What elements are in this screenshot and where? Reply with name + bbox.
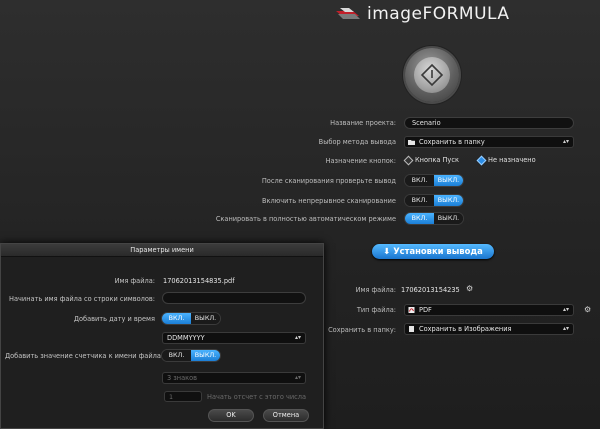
chevron-updown-icon: ▴▾ [562, 306, 569, 313]
toggle-on-option[interactable]: ВКЛ. [162, 313, 191, 324]
save-to-select[interactable]: Сохранить в Изображения ▴▾ [404, 323, 574, 335]
project-name-field[interactable]: Scenario [404, 117, 574, 129]
toggle-off-option[interactable]: ВЫКЛ. [434, 213, 463, 224]
add-date-label: Добавить дату и время [73, 315, 155, 323]
chevron-updown-icon: ▴▾ [562, 325, 569, 332]
button-assign-label: Назначение кнопок: [325, 157, 396, 165]
app-logo: imageFORMULA [335, 4, 510, 24]
start-number-label: Начать отсчет с этого числа [207, 393, 307, 401]
toggle-on-option[interactable]: ВКЛ. [405, 175, 434, 186]
radio-not-assigned-label: Не назначено [488, 156, 536, 164]
continuous-scan-label: Включить непрерывное сканирование [261, 197, 396, 205]
arrow-down-icon: ⬇ [383, 246, 391, 256]
filetype-value: PDF [419, 306, 432, 314]
app-window: imageFORMULA Название проекта: Scenario … [0, 0, 600, 429]
radio-diamond-selected-icon [476, 155, 487, 165]
output-settings-button[interactable]: ⬇ Установки вывода [372, 244, 494, 259]
output-method-select[interactable]: Сохранить в папку ▴▾ [404, 136, 574, 148]
check-after-scan-toggle[interactable]: ВКЛ. ВЫКЛ. [404, 174, 464, 187]
chevron-updown-icon: ▴▾ [294, 334, 301, 341]
prefix-label: Начинать имя файла со строки символов: [9, 295, 155, 303]
start-scan-button[interactable] [405, 48, 459, 102]
toggle-off-option[interactable]: ВЫКЛ. [191, 350, 220, 361]
add-counter-label: Добавить значение счетчика к имени файла [5, 352, 161, 360]
radio-not-assigned[interactable]: Не назначено [476, 155, 536, 165]
logo-icon [336, 8, 360, 19]
output-method-value: Сохранить в папку [419, 138, 485, 146]
digits-value: 3 знаков [167, 374, 198, 382]
output-method-label: Выбор метода вывода [318, 138, 396, 146]
radio-start-label: Кнопка Пуск [415, 156, 459, 164]
continuous-scan-toggle[interactable]: ВКЛ. ВЫКЛ. [404, 194, 464, 207]
toggle-on-option[interactable]: ВКЛ. [405, 213, 434, 224]
date-format-select[interactable]: DDMMYYYY ▴▾ [162, 332, 306, 344]
toggle-on-option[interactable]: ВКЛ. [405, 195, 434, 206]
filetype-gear-icon[interactable]: ⚙ [584, 306, 592, 314]
radio-diamond-icon [403, 155, 414, 165]
add-counter-toggle[interactable]: ВКЛ. ВЫКЛ. [161, 349, 221, 362]
toggle-off-option[interactable]: ВЫКЛ. [434, 175, 463, 186]
filetype-label: Тип файла: [356, 306, 396, 314]
main-filename-label: Имя файла: [355, 286, 396, 294]
folder-icon [408, 140, 415, 145]
prefix-input[interactable] [162, 292, 306, 304]
add-date-toggle[interactable]: ВКЛ. ВЫКЛ. [161, 312, 221, 325]
pdf-icon [408, 307, 415, 313]
logo-text: imageFORMULA [367, 4, 510, 24]
output-settings-label: Установки вывода [393, 246, 483, 256]
document-icon [409, 326, 414, 332]
toggle-on-option[interactable]: ВКЛ. [162, 350, 191, 361]
toggle-off-option[interactable]: ВЫКЛ. [434, 195, 463, 206]
start-diamond-icon [420, 63, 444, 87]
dialog-title: Параметры имени [1, 244, 323, 257]
project-name-label: Название проекта: [330, 119, 396, 127]
save-to-value: Сохранить в Изображения [419, 325, 512, 333]
chevron-updown-icon: ▴▾ [562, 138, 569, 145]
toggle-off-option[interactable]: ВЫКЛ. [191, 313, 220, 324]
cancel-button[interactable]: Отмена [263, 409, 309, 422]
start-number-input[interactable]: 1 [164, 391, 202, 402]
auto-mode-toggle[interactable]: ВКЛ. ВЫКЛ. [404, 212, 464, 225]
main-filename-value: 17062013154235 [401, 286, 460, 294]
filename-gear-icon[interactable]: ⚙ [466, 285, 474, 293]
digits-select[interactable]: 3 знаков ▴▾ [162, 372, 306, 384]
date-format-value: DDMMYYYY [167, 334, 205, 342]
radio-start-button[interactable]: Кнопка Пуск [403, 155, 459, 165]
name-parameters-dialog: Параметры имени Имя файла: 1706201315483… [0, 243, 324, 429]
filetype-select[interactable]: PDF ▴▾ [404, 304, 574, 316]
check-after-scan-label: После сканирования проверьте вывод [261, 177, 396, 185]
chevron-updown-icon: ▴▾ [294, 374, 301, 381]
ok-button[interactable]: OK [208, 409, 254, 422]
auto-mode-label: Сканировать в полностью автоматическом р… [215, 215, 396, 223]
dialog-filename-label: Имя файла: [114, 277, 155, 285]
dialog-filename-value: 17062013154835.pdf [163, 277, 235, 285]
